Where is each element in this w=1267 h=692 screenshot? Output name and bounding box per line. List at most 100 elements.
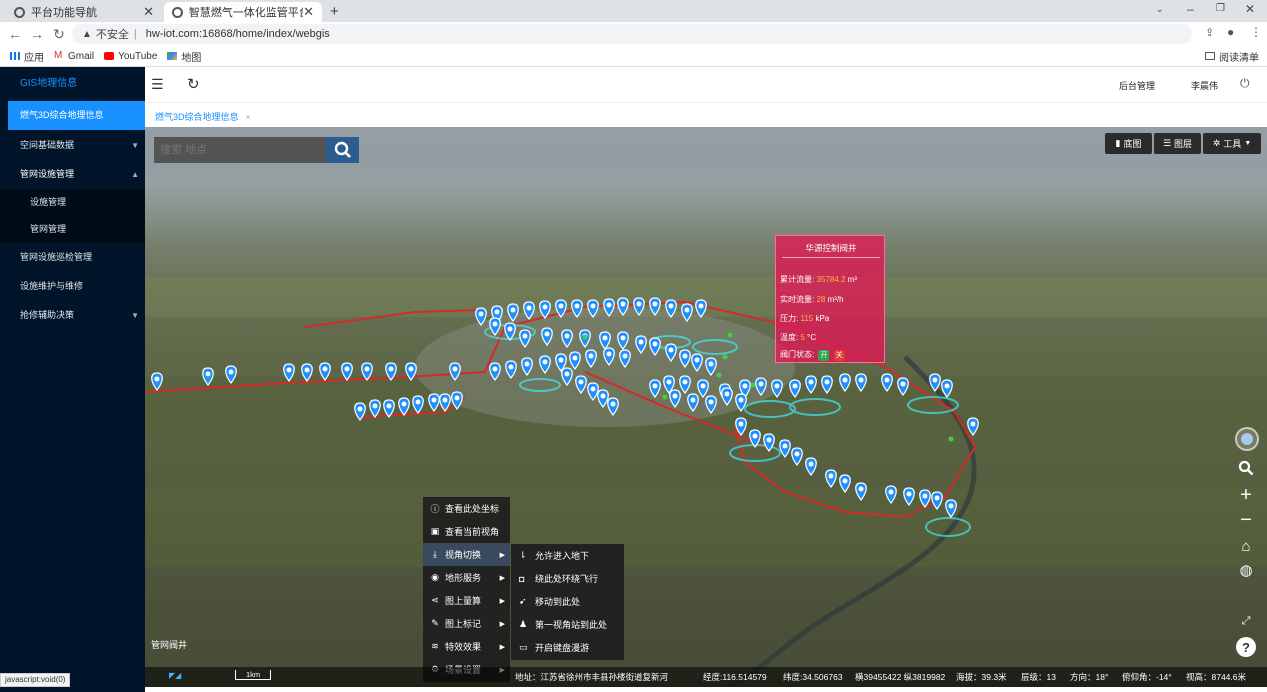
- valve-pin[interactable]: [881, 373, 893, 392]
- sidebar-item-inspection[interactable]: 管网设施巡检管理: [0, 243, 145, 272]
- valve-pin[interactable]: [633, 297, 645, 316]
- valve-pin[interactable]: [383, 399, 395, 418]
- tab-search-icon[interactable]: ⌄: [1156, 4, 1164, 15]
- valve-pin[interactable]: [679, 349, 691, 368]
- bookmark-apps[interactable]: 应用: [10, 49, 44, 64]
- valve-pin[interactable]: [697, 379, 709, 398]
- valve-pin[interactable]: [523, 301, 535, 320]
- valve-pin[interactable]: [412, 395, 424, 414]
- valve-pin[interactable]: [649, 297, 661, 316]
- submenu-orbit[interactable]: ◘ 绕此处环绕飞行: [511, 567, 624, 590]
- menu-item-view-switch[interactable]: ⤓ 视角切换 ▶: [423, 543, 510, 566]
- valve-pin[interactable]: [225, 365, 237, 384]
- valve-pin[interactable]: [821, 375, 833, 394]
- valve-pin[interactable]: [617, 297, 629, 316]
- sidebar-item-spatial-data[interactable]: 空间基础数据 ▼: [0, 131, 145, 160]
- valve-pin[interactable]: [681, 303, 693, 322]
- reading-list[interactable]: 阅读清单: [1205, 49, 1259, 64]
- valve-pin[interactable]: [385, 362, 397, 381]
- valve-open-button[interactable]: 开: [818, 350, 830, 361]
- valve-pin[interactable]: [791, 447, 803, 466]
- valve-pin[interactable]: [354, 402, 366, 421]
- valve-pin[interactable]: [541, 327, 553, 346]
- forward-button[interactable]: →: [26, 26, 48, 42]
- globe-icon[interactable]: ◍: [1236, 560, 1256, 580]
- valve-pin[interactable]: [617, 331, 629, 350]
- valve-pin[interactable]: [967, 417, 979, 436]
- valve-pin[interactable]: [587, 299, 599, 318]
- bookmark-maps[interactable]: 地图: [167, 49, 201, 64]
- layers-button[interactable]: ☰ 图层: [1154, 133, 1201, 154]
- valve-pin[interactable]: [903, 487, 915, 506]
- bookmark-youtube[interactable]: YouTube: [104, 51, 157, 62]
- valve-pin[interactable]: [695, 299, 707, 318]
- power-icon[interactable]: ⏻: [1240, 76, 1250, 91]
- valve-pin[interactable]: [839, 474, 851, 493]
- menu-item-effects[interactable]: ≋ 特效效果 ▶: [423, 635, 510, 658]
- valve-pin[interactable]: [405, 362, 417, 381]
- valve-pin[interactable]: [649, 379, 661, 398]
- tools-button[interactable]: ✲ 工具 ▼: [1203, 133, 1261, 154]
- valve-pin[interactable]: [571, 299, 583, 318]
- menu-fold-icon[interactable]: ☰: [151, 76, 164, 93]
- restore-button[interactable]: ❐: [1216, 3, 1225, 14]
- valve-pin[interactable]: [705, 395, 717, 414]
- valve-pin[interactable]: [669, 389, 681, 408]
- valve-pin[interactable]: [519, 329, 531, 348]
- valve-pin[interactable]: [763, 433, 775, 452]
- reload-button[interactable]: ↻: [48, 26, 70, 43]
- valve-pin[interactable]: [649, 337, 661, 356]
- close-icon[interactable]: ✕: [143, 4, 154, 20]
- valve-pin[interactable]: [603, 298, 615, 317]
- close-icon[interactable]: ✕: [303, 4, 314, 20]
- submenu-move-here[interactable]: ➹ 移动到此处: [511, 590, 624, 613]
- new-tab-button[interactable]: +: [330, 3, 339, 20]
- submenu-first-person[interactable]: ♟ 第一视角站到此处: [511, 613, 624, 636]
- valve-pin[interactable]: [301, 363, 313, 382]
- help-icon[interactable]: ?: [1236, 637, 1256, 657]
- valve-pin[interactable]: [945, 499, 957, 518]
- valve-pin[interactable]: [779, 439, 791, 458]
- valve-pin[interactable]: [705, 357, 717, 376]
- valve-pin[interactable]: [202, 367, 214, 386]
- valve-pin[interactable]: [749, 429, 761, 448]
- valve-pin[interactable]: [607, 397, 619, 416]
- bookmark-gmail[interactable]: M Gmail: [54, 51, 94, 62]
- zoom-search-icon[interactable]: [1236, 458, 1256, 478]
- refresh-icon[interactable]: ↻: [187, 75, 200, 93]
- valve-pin[interactable]: [735, 417, 747, 436]
- valve-pin[interactable]: [735, 393, 747, 412]
- valve-pin[interactable]: [919, 489, 931, 508]
- valve-pin[interactable]: [855, 373, 867, 392]
- valve-pin[interactable]: [603, 347, 615, 366]
- back-button[interactable]: ←: [4, 26, 26, 42]
- submenu-underground[interactable]: ⇂ 允许进入地下: [511, 544, 624, 567]
- valve-pin[interactable]: [428, 393, 440, 412]
- valve-pin[interactable]: [475, 307, 487, 326]
- menu-item-measure[interactable]: ⋖ 图上量算 ▶: [423, 589, 510, 612]
- valve-pin[interactable]: [569, 351, 581, 370]
- valve-pin[interactable]: [931, 491, 943, 510]
- valve-pin[interactable]: [539, 300, 551, 319]
- valve-pin[interactable]: [825, 469, 837, 488]
- search-input[interactable]: [154, 137, 326, 163]
- valve-close-button[interactable]: 关: [833, 350, 845, 361]
- valve-pin[interactable]: [489, 317, 501, 336]
- valve-pin[interactable]: [504, 322, 516, 341]
- valve-pin[interactable]: [665, 299, 677, 318]
- admin-link[interactable]: 后台管理: [1119, 79, 1155, 92]
- browser-tab-nav[interactable]: 平台功能导航 ✕: [6, 2, 162, 22]
- valve-pin[interactable]: [687, 393, 699, 412]
- valve-pin[interactable]: [585, 349, 597, 368]
- minimize-button[interactable]: –: [1187, 2, 1194, 16]
- valve-pin[interactable]: [691, 353, 703, 372]
- valve-pin[interactable]: [151, 372, 163, 391]
- valve-pin[interactable]: [561, 329, 573, 348]
- valve-pin[interactable]: [319, 362, 331, 381]
- valve-pin[interactable]: [599, 331, 611, 350]
- valve-pin[interactable]: [771, 379, 783, 398]
- valve-pin[interactable]: [941, 379, 953, 398]
- menu-item-terrain[interactable]: ◉ 地形服务 ▶: [423, 566, 510, 589]
- zoom-out-icon[interactable]: −: [1236, 509, 1256, 531]
- browser-tab-webgis[interactable]: 智慧燃气一体化监管平台| webGi ✕: [164, 2, 322, 22]
